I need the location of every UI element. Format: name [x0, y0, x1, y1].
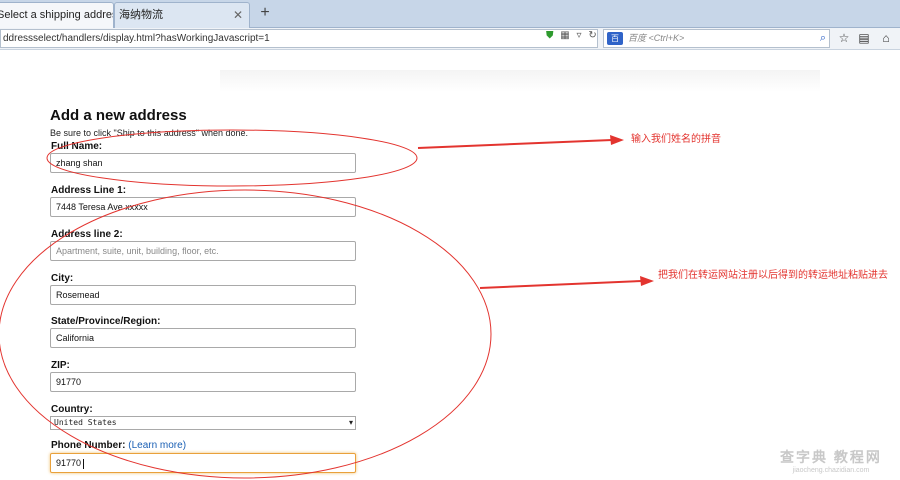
address-annotation: 把我们在转运网站注册以后得到的转运地址粘贴进去 — [658, 270, 888, 281]
name-arrow — [417, 139, 613, 149]
annotation-overlay — [0, 129, 654, 479]
name-arrowhead — [610, 135, 624, 145]
watermark-sub: jiaocheng.chazidian.com — [792, 467, 870, 474]
watermark-main: 查字典 教程网 — [780, 449, 882, 465]
name-annotation: 输入我们姓名的拼音 — [631, 134, 721, 145]
address-arrow — [479, 280, 643, 289]
address-highlight-ellipse — [0, 189, 492, 479]
watermark: 查字典 教程网 jiaocheng.chazidian.com — [766, 447, 896, 474]
name-highlight-ellipse — [46, 129, 418, 187]
address-arrowhead — [640, 276, 654, 286]
